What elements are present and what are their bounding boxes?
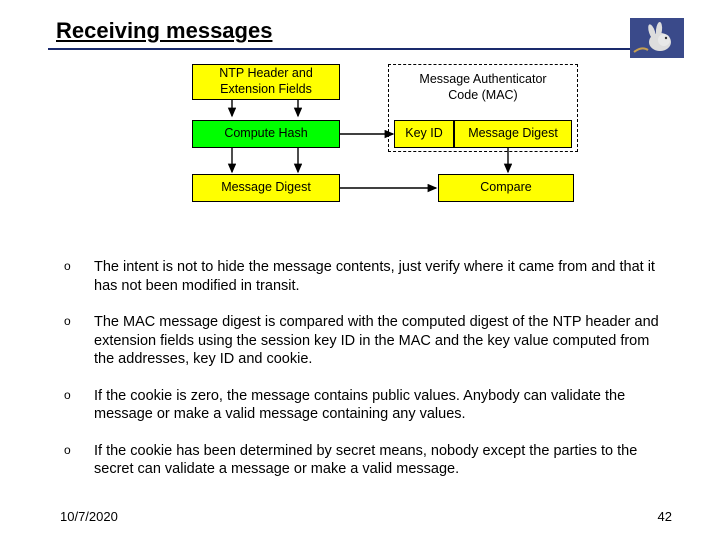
rabbit-logo: [630, 18, 684, 58]
list-item: If the cookie is zero, the message conta…: [60, 387, 666, 424]
box-compare: Compare: [438, 174, 574, 202]
box-compute-hash: Compute Hash: [192, 120, 340, 148]
box-message-digest-right: Message Digest: [454, 120, 572, 148]
bullet-list: The intent is not to hide the message co…: [60, 258, 666, 497]
list-item: The intent is not to hide the message co…: [60, 258, 666, 295]
box-key-id: Key ID: [394, 120, 454, 148]
box-ntp-header: NTP Header and Extension Fields: [192, 64, 340, 100]
list-item: The MAC message digest is compared with …: [60, 313, 666, 369]
box-message-digest-left: Message Digest: [192, 174, 340, 202]
footer-date: 10/7/2020: [60, 509, 118, 524]
list-item: If the cookie has been determined by sec…: [60, 442, 666, 479]
flow-diagram: NTP Header and Extension Fields Compute …: [0, 58, 720, 258]
footer-page-number: 42: [658, 509, 672, 524]
page-title: Receiving messages: [48, 18, 276, 48]
mac-label: Message Authenticator Code (MAC): [394, 72, 572, 103]
